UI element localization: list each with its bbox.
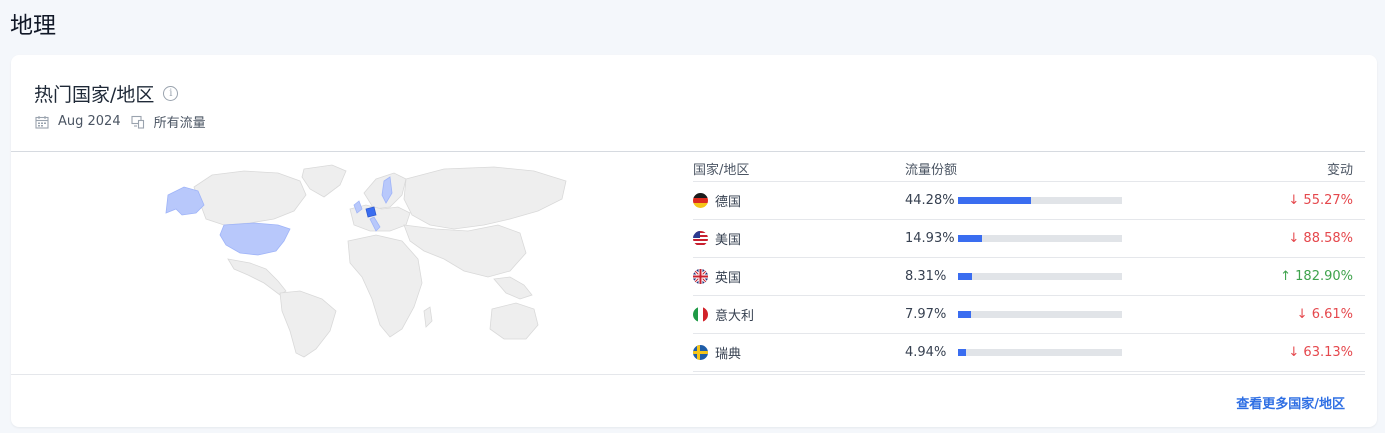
map-africa: [347, 234, 423, 338]
card-title: 热门国家/地区 i: [34, 80, 179, 107]
header-change: 变动: [1326, 162, 1353, 178]
table-row[interactable]: 德国 44.28% ↓ 55.27%: [693, 182, 1365, 220]
usa-flag-icon: [693, 231, 708, 246]
map-germany: [365, 206, 377, 218]
countries-table: 国家/地区 流量份额 变动 德国 44.28% ↓ 55.27% 美国 14.9…: [693, 155, 1365, 372]
share-bar: [958, 349, 1122, 356]
header-share: 流量份额: [905, 162, 958, 178]
share-bar: [958, 273, 1122, 280]
change-value: ↓ 88.58%: [1288, 231, 1353, 246]
country-name[interactable]: 英国: [715, 267, 741, 286]
share-value: 44.28%: [905, 193, 955, 208]
country-name[interactable]: 瑞典: [715, 343, 741, 362]
country-name[interactable]: 美国: [715, 229, 741, 248]
sweden-flag-icon: [693, 345, 708, 360]
table-row[interactable]: 英国 8.31% ↑ 182.90%: [693, 258, 1365, 296]
traffic-type: 所有流量: [153, 116, 206, 131]
date-range: Aug 2024: [58, 114, 121, 129]
share-bar-fill: [958, 235, 983, 242]
map-south-america: [279, 290, 337, 358]
table-header: 国家/地区 流量份额 变动: [693, 155, 1365, 182]
share-bar: [958, 311, 1122, 318]
world-map: [165, 164, 567, 358]
view-more-countries-link[interactable]: 查看更多国家/地区: [1236, 393, 1345, 412]
germany-flag-icon: [693, 193, 708, 208]
change-value: ↓ 63.13%: [1288, 345, 1353, 360]
share-bar: [958, 197, 1122, 204]
share-bar-fill: [958, 273, 972, 280]
map-australia: [489, 302, 539, 340]
share-value: 8.31%: [905, 269, 947, 284]
share-bar-fill: [958, 197, 1031, 204]
country-name[interactable]: 意大利: [715, 305, 754, 324]
map-usa: [219, 222, 291, 256]
table-row[interactable]: 瑞典 4.94% ↓ 63.13%: [693, 334, 1365, 372]
share-bar-fill: [958, 349, 967, 356]
share-bar: [958, 235, 1122, 242]
country-name[interactable]: 德国: [715, 191, 741, 210]
map-canada: [193, 170, 307, 226]
change-value: ↓ 6.61%: [1296, 307, 1353, 322]
map-alaska: [165, 186, 205, 216]
share-value: 14.93%: [905, 231, 955, 246]
page-title: 地理: [10, 13, 56, 39]
italy-flag-icon: [693, 307, 708, 322]
table-row[interactable]: 美国 14.93% ↓ 88.58%: [693, 220, 1365, 258]
map-middle-east-asia: [403, 224, 527, 278]
share-bar-fill: [958, 311, 972, 318]
table-row[interactable]: 意大利 7.97% ↓ 6.61%: [693, 296, 1365, 334]
map-madagascar: [423, 306, 433, 328]
change-value: ↑ 182.90%: [1280, 269, 1353, 284]
map-southeast-asia: [493, 276, 533, 300]
share-value: 4.94%: [905, 345, 947, 360]
header-country: 国家/地区: [693, 162, 750, 178]
divider: [11, 374, 1365, 375]
top-countries-card: 热门国家/地区 i Aug 2024 所有流量 国家/地区 流量份额 变动 德国…: [11, 55, 1377, 427]
card-title-text: 热门国家/地区: [34, 84, 155, 106]
calendar-icon: [35, 115, 49, 129]
share-value: 7.97%: [905, 307, 947, 322]
change-value: ↓ 55.27%: [1288, 193, 1353, 208]
map-greenland: [301, 164, 347, 198]
card-meta: Aug 2024 所有流量: [35, 112, 206, 131]
map-mexico-central-america: [227, 258, 287, 296]
info-icon[interactable]: i: [163, 86, 179, 101]
map-russia-asia: [403, 166, 567, 230]
devices-icon: [131, 115, 144, 129]
uk-flag-icon: [693, 269, 708, 284]
divider: [11, 151, 1365, 152]
